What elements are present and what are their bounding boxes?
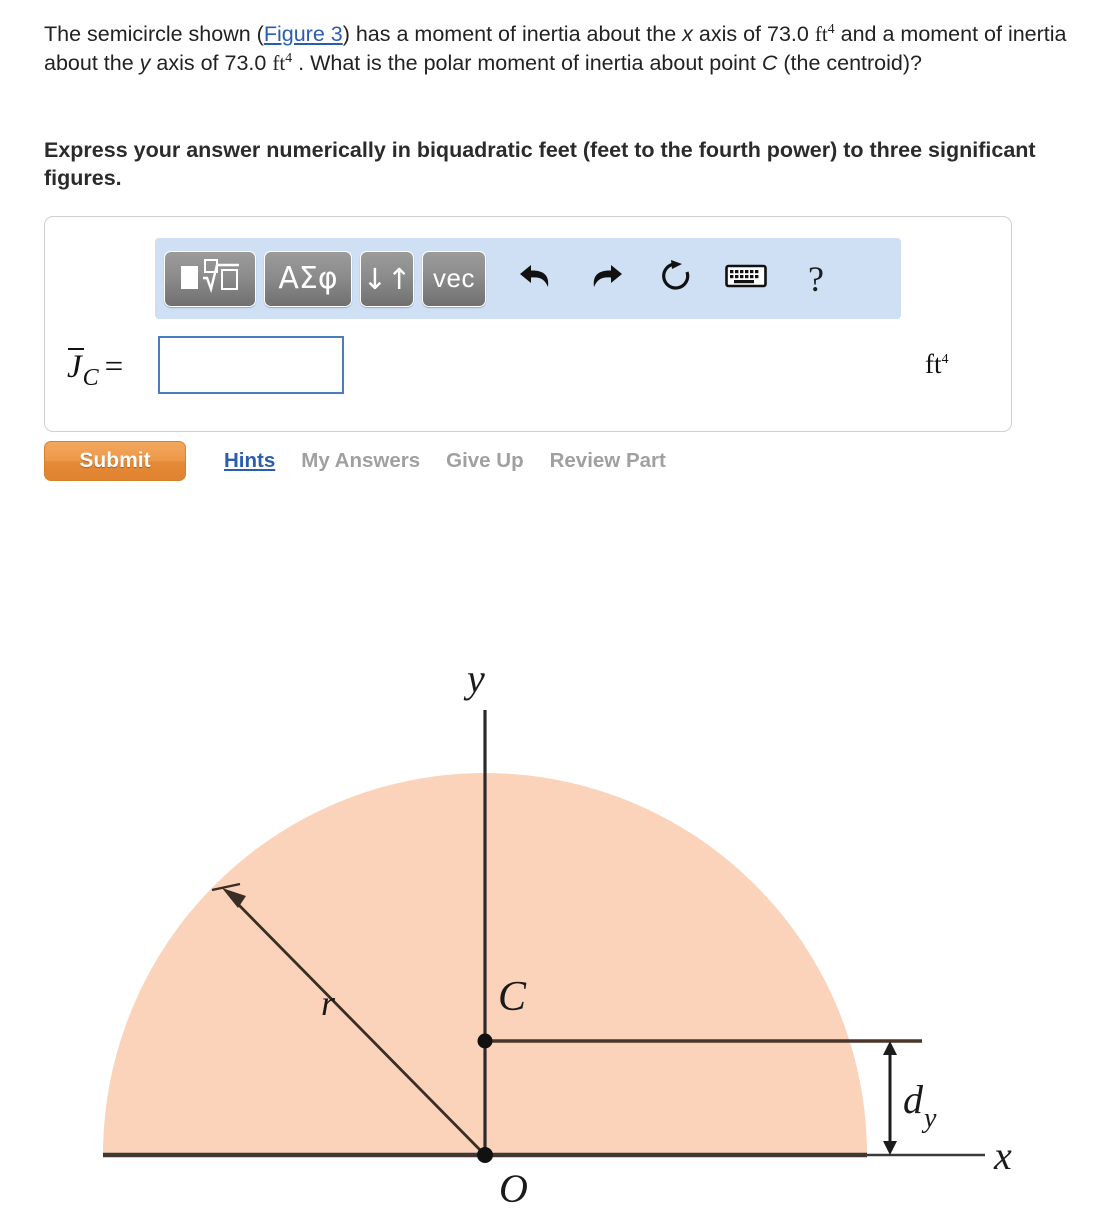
review-part-link[interactable]: Review Part <box>550 449 666 473</box>
undo-button[interactable] <box>508 251 564 307</box>
x-axis-label: x <box>993 1133 1012 1178</box>
keyboard-icon <box>725 262 767 295</box>
dy-label: d <box>903 1077 924 1122</box>
answer-instruction: Express your answer numerically in biqua… <box>44 138 1036 190</box>
dy-label-subscript: y <box>921 1103 937 1134</box>
question-prefix: The semicircle shown ( <box>44 22 264 46</box>
question-text: The semicircle shown (Figure 3) has a mo… <box>44 20 1096 77</box>
submit-button[interactable]: Submit <box>44 441 186 481</box>
give-up-link[interactable]: Give Up <box>446 449 523 473</box>
axis-y-symbol: y <box>139 50 151 75</box>
question-suffix: (the centroid)? <box>777 50 922 75</box>
help-icon: ? <box>808 258 824 299</box>
figure-svg: y x C O r d y <box>103 656 1012 1211</box>
reset-icon <box>659 258 693 299</box>
semicircle-figure: y x C O r d y <box>0 640 1116 1216</box>
y-axis-label: y <box>463 656 485 701</box>
redo-button[interactable] <box>578 251 634 307</box>
centroid-point-marker <box>477 1033 493 1049</box>
vector-button[interactable]: vec <box>422 250 486 307</box>
template-button[interactable] <box>164 250 256 307</box>
centroid-label: C <box>498 974 527 1020</box>
question-mid2: axis of <box>692 22 767 46</box>
undo-icon <box>517 259 555 298</box>
answer-unit-text: ft <box>925 349 942 379</box>
dy-arrowhead-top <box>883 1041 897 1055</box>
figure-3-link[interactable]: Figure 3 <box>264 22 343 46</box>
origin-point-marker <box>477 1147 493 1163</box>
greek-symbols-button[interactable]: ΑΣφ <box>264 250 352 307</box>
redo-icon <box>587 259 625 298</box>
keyboard-button[interactable] <box>718 251 774 307</box>
ix-unit: ft <box>814 22 828 46</box>
greek-symbols-label: ΑΣφ <box>278 261 338 296</box>
help-button[interactable]: ? <box>788 251 844 307</box>
answer-variable-label: JC = <box>67 348 124 390</box>
answer-input[interactable] <box>158 336 344 394</box>
nth-root-template-icon <box>179 258 241 299</box>
secondary-links: Hints My Answers Give Up Review Part <box>224 449 666 473</box>
equals-sign: = <box>104 349 124 385</box>
answer-unit-exponent: 4 <box>941 352 949 367</box>
hints-link[interactable]: Hints <box>224 449 275 473</box>
action-bar: Submit Hints My Answers Give Up Review P… <box>44 440 666 482</box>
j-subscript: C <box>82 364 99 391</box>
answer-unit: ft4 <box>925 349 949 380</box>
radius-label: r <box>321 983 336 1023</box>
question-statement: The semicircle shown (Figure 3) has a mo… <box>44 20 1096 77</box>
updown-arrows-icon: ↓↑ <box>362 261 412 296</box>
ix-value: 73.0 <box>766 22 809 46</box>
updown-arrows-button[interactable]: ↓↑ <box>360 250 414 307</box>
iy-value: 73.0 <box>224 50 267 75</box>
my-answers-link[interactable]: My Answers <box>301 449 420 473</box>
origin-label: O <box>499 1166 528 1211</box>
question-mid1: ) has a moment of inertia about the <box>342 22 683 46</box>
answer-panel: ΑΣφ ↓↑ vec ? JC = ft4 <box>44 216 1012 432</box>
iy-unit: ft <box>272 50 286 75</box>
reset-button[interactable] <box>648 251 704 307</box>
question-mid5: . What is the polar moment of inertia ab… <box>298 50 762 75</box>
j-bar-symbol: J <box>67 348 84 385</box>
ix-unit-exponent: 4 <box>827 21 835 37</box>
point-c-symbol: C <box>761 50 778 75</box>
iy-unit-exponent: 4 <box>285 50 293 66</box>
dy-arrowhead-bottom <box>883 1141 897 1155</box>
math-toolbar: ΑΣφ ↓↑ vec ? <box>155 238 901 319</box>
question-mid4: axis of <box>150 50 225 75</box>
axis-x-symbol: x <box>682 22 693 46</box>
vector-label: vec <box>433 263 475 293</box>
answer-row: JC = ft4 <box>45 333 1013 423</box>
